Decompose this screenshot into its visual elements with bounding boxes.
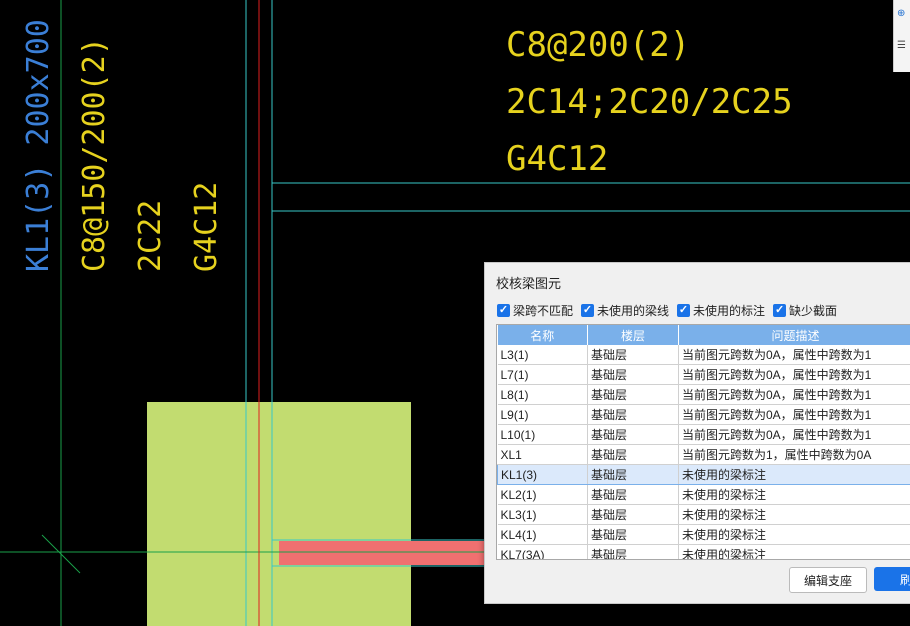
cell-floor: 基础层 (587, 364, 679, 385)
cell-floor: 基础层 (587, 544, 679, 559)
cell-floor: 基础层 (587, 464, 679, 485)
cell-description: 当前图元跨数为0A，属性中跨数为1 (678, 345, 910, 365)
filter-unused-beam-line[interactable]: ✓ 未使用的梁线 (581, 302, 669, 319)
edit-support-button[interactable]: 编辑支座 (789, 567, 867, 593)
table-row-selected[interactable]: KL1(3) 基础层 未使用的梁标注 (497, 464, 910, 485)
checkbox-checked-icon[interactable]: ✓ (581, 304, 595, 317)
check-beam-dialog: 校核梁图元 ✓ 梁跨不匹配 ✓ 未使用的梁线 ✓ 未使用的标注 ✓ 缺少截面 名… (484, 262, 910, 604)
cell-floor: 基础层 (587, 384, 679, 405)
checkbox-checked-icon[interactable]: ✓ (773, 304, 787, 317)
cell-description: 未使用的梁标注 (678, 484, 910, 505)
cell-name: KL4(1) (497, 524, 588, 545)
column-header-floor[interactable]: 楼层 (587, 325, 679, 345)
beam-label-annotation: KL1(3) 200x700 (21, 19, 56, 272)
cell-description: 未使用的梁标注 (678, 524, 910, 545)
cell-description: 当前图元跨数为0A，属性中跨数为1 (678, 424, 910, 445)
checkbox-checked-icon[interactable]: ✓ (677, 304, 691, 317)
list-icon[interactable]: ☰ (897, 40, 909, 54)
filter-checkboxes: ✓ 梁跨不匹配 ✓ 未使用的梁线 ✓ 未使用的标注 ✓ 缺少截面 (497, 302, 837, 319)
table-row[interactable]: KL4(1) 基础层 未使用的梁标注 (497, 524, 910, 545)
table-header-row: 名称 楼层 问题描述 (497, 325, 910, 345)
refresh-button[interactable]: 刷 (874, 567, 910, 591)
cell-description: 当前图元跨数为0A，属性中跨数为1 (678, 404, 910, 425)
table-row[interactable]: L7(1) 基础层 当前图元跨数为0A，属性中跨数为1 (497, 364, 910, 385)
table-row[interactable]: L3(1) 基础层 当前图元跨数为0A，属性中跨数为1 (497, 345, 910, 365)
cell-floor: 基础层 (587, 524, 679, 545)
table-row[interactable]: KL3(1) 基础层 未使用的梁标注 (497, 504, 910, 525)
cell-name: L7(1) (497, 364, 588, 385)
side-rebar-annotation-vertical: G4C12 (189, 182, 224, 272)
cell-description: 当前图元跨数为1，属性中跨数为0A (678, 444, 910, 465)
cell-description: 当前图元跨数为0A，属性中跨数为1 (678, 384, 910, 405)
cell-floor: 基础层 (587, 504, 679, 525)
side-rebar-annotation: G4C12 (506, 139, 608, 179)
filter-span-mismatch[interactable]: ✓ 梁跨不匹配 (497, 302, 573, 319)
table-row[interactable]: L10(1) 基础层 当前图元跨数为0A，属性中跨数为1 (497, 424, 910, 445)
cell-name: KL3(1) (497, 504, 588, 525)
stirrup-annotation: C8@200(2) (506, 25, 690, 65)
filter-label: 缺少截面 (789, 304, 838, 318)
cell-name: KL2(1) (497, 484, 588, 505)
column-header-description[interactable]: 问题描述 (678, 325, 910, 345)
filter-label: 未使用的标注 (693, 304, 766, 318)
zoom-icon[interactable]: ⊕ (897, 8, 909, 22)
side-toolbar: ⊕ ☰ (893, 0, 910, 72)
cell-name: L3(1) (497, 345, 588, 365)
cell-description: 未使用的梁标注 (678, 504, 910, 525)
cell-description: 当前图元跨数为0A，属性中跨数为1 (678, 364, 910, 385)
dialog-title: 校核梁图元 (496, 276, 562, 291)
cell-floor: 基础层 (587, 345, 679, 365)
table-row[interactable]: L8(1) 基础层 当前图元跨数为0A，属性中跨数为1 (497, 384, 910, 405)
filter-label: 梁跨不匹配 (513, 304, 574, 318)
issues-table[interactable]: 名称 楼层 问题描述 L3(1) 基础层 当前图元跨数为0A，属性中跨数为1 L… (496, 324, 910, 560)
table-row[interactable]: KL7(3A) 基础层 未使用的梁标注 (497, 544, 910, 559)
cell-name: L10(1) (497, 424, 588, 445)
column-block[interactable] (147, 402, 411, 626)
stirrup-annotation-vertical: C8@150/200(2) (77, 37, 112, 272)
checkbox-checked-icon[interactable]: ✓ (497, 304, 510, 317)
column-header-name[interactable]: 名称 (497, 325, 588, 345)
table-row[interactable]: XL1 基础层 当前图元跨数为1，属性中跨数为0A (497, 444, 910, 465)
highlighted-beam[interactable] (279, 541, 485, 565)
cell-floor: 基础层 (587, 424, 679, 445)
cell-name: KL1(3) (497, 464, 588, 485)
cell-name: XL1 (497, 444, 588, 465)
cell-name: KL7(3A) (497, 544, 588, 559)
table-row[interactable]: KL2(1) 基础层 未使用的梁标注 (497, 484, 910, 505)
cell-description: 未使用的梁标注 (678, 464, 910, 485)
table-row[interactable]: L9(1) 基础层 当前图元跨数为0A，属性中跨数为1 (497, 404, 910, 425)
cell-description: 未使用的梁标注 (678, 544, 910, 559)
cell-floor: 基础层 (587, 444, 679, 465)
cell-floor: 基础层 (587, 484, 679, 505)
filter-label: 未使用的梁线 (597, 304, 670, 318)
cell-floor: 基础层 (587, 404, 679, 425)
filter-missing-section[interactable]: ✓ 缺少截面 (773, 302, 837, 319)
rebar-annotation: 2C14;2C20/2C25 (506, 82, 793, 122)
cell-name: L9(1) (497, 404, 588, 425)
rebar-annotation-vertical: 2C22 (133, 200, 168, 272)
filter-unused-annotation[interactable]: ✓ 未使用的标注 (677, 302, 765, 319)
cell-name: L8(1) (497, 384, 588, 405)
